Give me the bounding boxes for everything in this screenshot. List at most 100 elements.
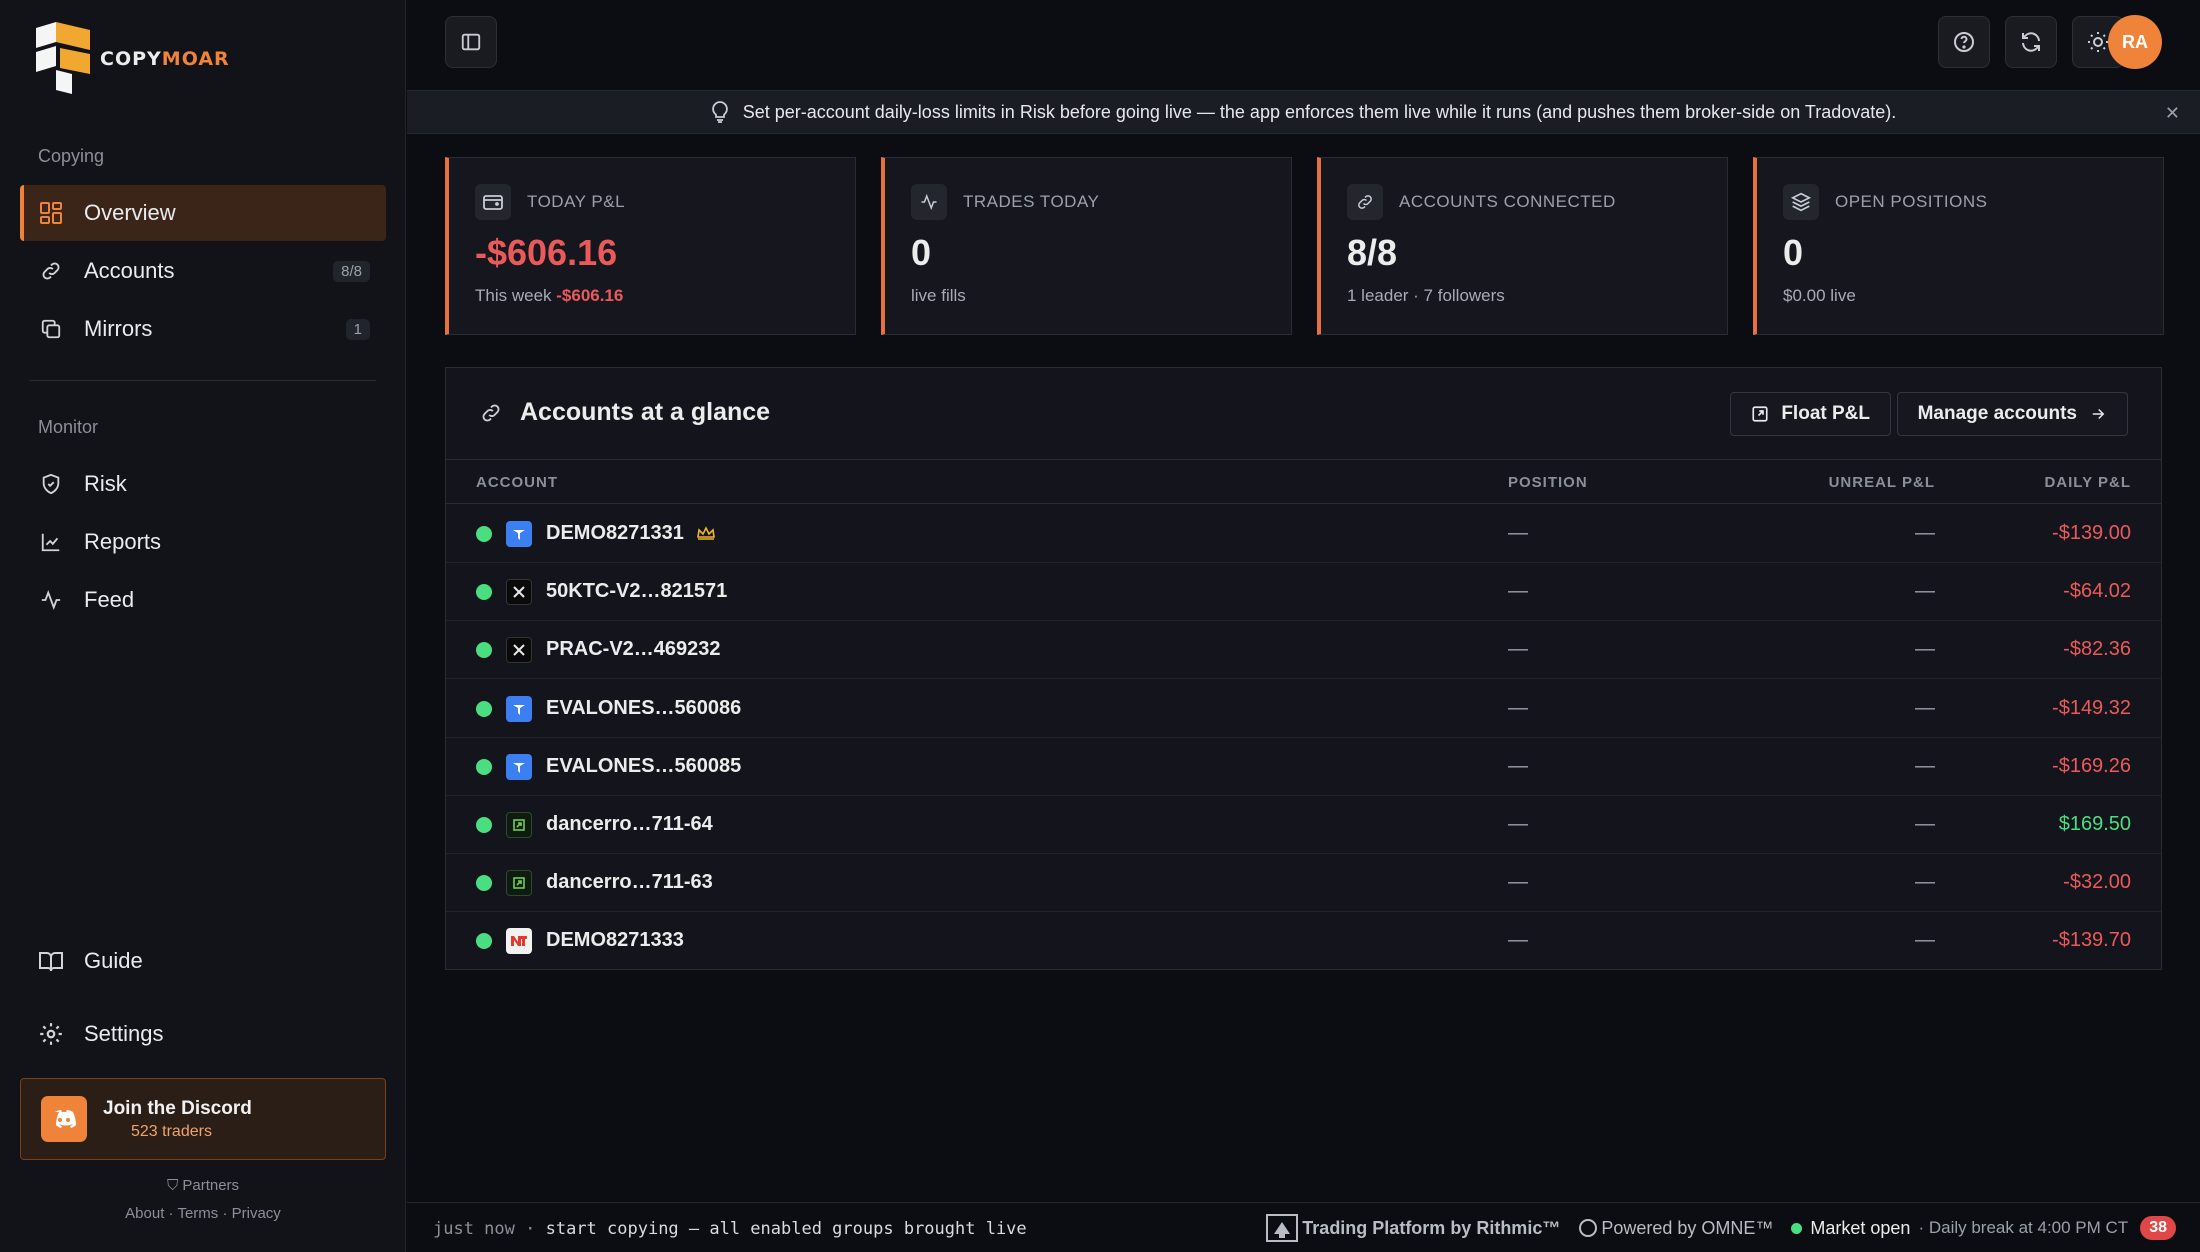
- section-label-copying: Copying: [38, 146, 105, 166]
- sidebar-divider: [30, 380, 376, 381]
- sidebar-item-risk[interactable]: Risk: [20, 456, 386, 512]
- table-row[interactable]: DEMO8271331 — — -$139.00: [446, 505, 2161, 563]
- app-root: COPYMOAR Copying Overview Accounts 8/8 M…: [0, 0, 2200, 1252]
- handshake-icon: ⛉: [166, 1177, 183, 1194]
- join-discord-card[interactable]: Join the Discord 523 traders: [20, 1078, 386, 1160]
- toggle-sidebar-button[interactable]: [445, 16, 497, 68]
- accounts-panel: Accounts at a glance Float P&L Manage ac…: [445, 367, 2162, 970]
- copy-icon: [38, 316, 64, 342]
- stat-card-trades-today: TRADES TODAY 0 live fills: [881, 157, 1292, 335]
- stat-label: TODAY P&L: [527, 192, 626, 211]
- daily-pnl-cell: -$139.70: [2052, 929, 2131, 952]
- about-link[interactable]: About: [125, 1205, 164, 1222]
- market-status: Market open: [1791, 1218, 1910, 1239]
- stat-value: -$606.16: [475, 232, 618, 273]
- daily-pnl-cell: -$82.36: [2063, 638, 2131, 661]
- refresh-icon: [2022, 32, 2040, 52]
- connection-status-dot: [476, 700, 492, 717]
- stat-sub: $0.00 live: [1783, 286, 1856, 305]
- help-button[interactable]: [1938, 16, 1990, 68]
- footer-links: About · Terms · Privacy: [125, 1205, 281, 1222]
- manage-accounts-button[interactable]: Manage accounts: [1896, 392, 2128, 436]
- logo[interactable]: COPYMOAR: [32, 22, 230, 96]
- line-chart-icon: [38, 529, 64, 555]
- omne-logo-icon: [1579, 1219, 1598, 1237]
- x-broker-icon: [506, 637, 532, 664]
- col-account[interactable]: ACCOUNT: [476, 474, 558, 491]
- green-broker-icon: [506, 812, 532, 838]
- sidebar-item-accounts[interactable]: Accounts 8/8: [20, 243, 386, 299]
- panel-title: Accounts at a glance: [480, 398, 770, 427]
- wallet-icon: [475, 184, 511, 220]
- sidebar-item-overview[interactable]: Overview: [20, 185, 386, 241]
- account-name: DEMO8271333: [546, 929, 684, 952]
- account-name: EVALONES…560085: [546, 754, 742, 777]
- sidebar-item-mirrors[interactable]: Mirrors 1: [20, 301, 386, 357]
- unreal-pnl-cell: —: [1915, 522, 1935, 544]
- rithmic-badge: Trading Platform by Rithmic™: [1266, 1214, 1560, 1242]
- partners-link[interactable]: ⛉ Partners: [0, 1177, 406, 1194]
- stat-card-header: TODAY P&L: [475, 184, 625, 220]
- unreal-pnl-cell: —: [1915, 929, 1935, 952]
- logo-text: COPYMOAR: [100, 48, 230, 70]
- table-row[interactable]: dancerro…711-64 — — $169.50: [446, 796, 2161, 854]
- close-icon[interactable]: ✕: [2165, 103, 2180, 124]
- stat-card-today-pnl: TODAY P&L -$606.16 This week -$606.16: [445, 157, 856, 335]
- account-name: dancerro…711-64: [546, 813, 713, 835]
- account-name: 50KTC-V2…821571: [546, 580, 728, 603]
- unreal-pnl-cell: —: [1915, 871, 1935, 894]
- connection-status-dot: [476, 642, 492, 659]
- sidebar-item-settings[interactable]: Settings: [20, 1006, 386, 1062]
- stat-value: 8/8: [1347, 232, 1398, 273]
- table-row[interactable]: dancerro…711-63 — — -$32.00: [446, 854, 2161, 913]
- stat-label: ACCOUNTS CONNECTED: [1399, 192, 1616, 211]
- ninjatrader-broker-icon: [506, 928, 532, 955]
- daily-pnl-cell: -$32.00: [2063, 871, 2131, 894]
- info-banner: Set per-account daily-loss limits in Ris…: [407, 90, 2200, 134]
- account-name: dancerro…711-63: [546, 871, 713, 894]
- float-pnl-button[interactable]: Float P&L: [1730, 392, 1891, 436]
- connection-status-dot: [476, 758, 492, 775]
- position-cell: —: [1508, 522, 1528, 544]
- position-cell: —: [1508, 580, 1528, 603]
- connection-status-dot: [476, 817, 492, 833]
- sidebar-item-reports[interactable]: Reports: [20, 514, 386, 570]
- refresh-button[interactable]: [2005, 16, 2057, 68]
- sidebar-item-guide[interactable]: Guide: [20, 933, 386, 989]
- table-row[interactable]: PRAC-V2…469232 — — -$82.36: [446, 621, 2161, 680]
- table-row[interactable]: DEMO8271333 — — -$139.70: [446, 912, 2161, 970]
- stat-sub: 1 leader · 7 followers: [1347, 286, 1505, 305]
- sidebar-item-label: Guide: [84, 948, 143, 973]
- connection-status-dot: [476, 526, 492, 542]
- x-broker-icon: [506, 579, 532, 606]
- tradovate-broker-icon: [506, 521, 532, 547]
- grid-icon: [38, 200, 64, 226]
- col-daily-pnl[interactable]: DAILY P&L: [2044, 474, 2131, 491]
- link-icon: [38, 258, 64, 284]
- table-row[interactable]: 50KTC-V2…821571 — — -$64.02: [446, 563, 2161, 622]
- tradovate-broker-icon: [506, 753, 532, 780]
- table-row[interactable]: EVALONES…560086 — — -$149.32: [446, 680, 2161, 738]
- user-avatar[interactable]: RA: [2108, 15, 2162, 69]
- privacy-link[interactable]: Privacy: [232, 1205, 281, 1222]
- table-row[interactable]: EVALONES…560085 — — -$169.26: [446, 738, 2161, 796]
- col-position[interactable]: POSITION: [1508, 474, 1588, 491]
- stat-card-open-positions: OPEN POSITIONS 0 $0.00 live: [1753, 157, 2164, 335]
- help-icon: [1954, 32, 1974, 52]
- sun-icon: [2088, 32, 2108, 52]
- notification-count-badge[interactable]: 38: [2140, 1216, 2176, 1240]
- panel-header: Accounts at a glance Float P&L Manage ac…: [446, 368, 2161, 460]
- daily-pnl-cell: -$169.26: [2052, 754, 2131, 777]
- link-icon: [480, 402, 502, 424]
- sidebar-toggle-icon: [461, 33, 481, 51]
- sidebar-item-feed[interactable]: Feed: [20, 572, 386, 628]
- daily-pnl-cell: -$149.32: [2052, 696, 2131, 719]
- stat-label: OPEN POSITIONS: [1835, 192, 1988, 211]
- tradovate-broker-icon: [506, 695, 532, 722]
- position-cell: —: [1508, 638, 1528, 661]
- col-unreal-pnl[interactable]: UNREAL P&L: [1829, 474, 1935, 491]
- terms-link[interactable]: Terms: [177, 1205, 218, 1222]
- stat-card-header: TRADES TODAY: [911, 184, 1099, 220]
- sidebar-item-label: Settings: [84, 1021, 164, 1046]
- layers-icon: [1783, 184, 1819, 220]
